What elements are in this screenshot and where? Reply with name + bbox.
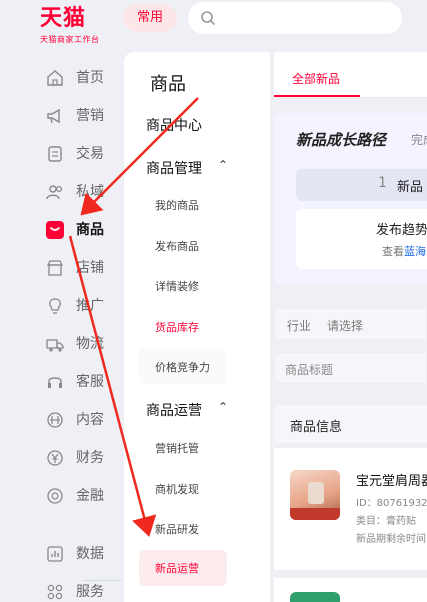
- product-image-can: [308, 482, 324, 504]
- nav-label: 营销: [76, 108, 104, 124]
- nav-item-financing[interactable]: 金融: [0, 478, 122, 514]
- order-icon: [48, 146, 62, 162]
- search-input[interactable]: [188, 2, 402, 34]
- filter-label: 行业: [287, 319, 312, 333]
- product-name[interactable]: 宝元堂肩周器: [356, 470, 427, 489]
- blue-ocean-link[interactable]: 蓝海: [404, 245, 426, 258]
- nav-item-store[interactable]: 店铺: [0, 250, 122, 286]
- grid-icon: [47, 584, 63, 600]
- nav-item-customer-service[interactable]: 客服: [0, 364, 122, 400]
- submenu-item-new-product-ops-label: 新品运营: [155, 562, 199, 575]
- tab-bar: 全部新品: [274, 52, 427, 98]
- nav-item-content[interactable]: 内容: [0, 402, 122, 438]
- truck-icon: [46, 339, 64, 352]
- submenu-item-inventory[interactable]: 货品库存: [155, 319, 199, 335]
- submenu-item-my-products[interactable]: 我的商品: [155, 197, 199, 213]
- nav-label: 店铺: [76, 260, 104, 276]
- nav-label: 物流: [76, 336, 104, 352]
- logo-text: 天猫: [40, 6, 87, 31]
- product-submenu: 商品 商品中心 商品管理 ⌃ 我的商品 发布商品 详情装修 货品库存 价格竞争力…: [124, 52, 270, 602]
- nav-item-data[interactable]: 数据: [0, 536, 122, 572]
- nav-item-product[interactable]: 商品: [0, 212, 122, 248]
- yuan-icon: [47, 450, 63, 466]
- submenu-item-new-product-rd[interactable]: 新品研发: [155, 521, 199, 537]
- growth-title: 新品成长路径: [296, 131, 387, 149]
- nav-label: 推广: [76, 298, 104, 314]
- submenu-item-detail-decor[interactable]: 详情装修: [155, 278, 199, 294]
- submenu-group-manage[interactable]: 商品管理 ⌃: [146, 158, 246, 178]
- group-label: 商品管理: [146, 161, 202, 177]
- table-header: 商品信息: [274, 405, 427, 443]
- trend-card: 发布趋势 查看蓝海: [296, 209, 427, 269]
- submenu-item-marketing-hosting[interactable]: 营销托管: [155, 440, 199, 456]
- step-label: 新品: [397, 180, 424, 195]
- logo-subtitle: 天猫商家工作台: [40, 35, 100, 44]
- product-remaining-time: 新品期剩余时间: [356, 534, 426, 545]
- table-row[interactable]: [274, 578, 427, 602]
- industry-select[interactable]: 请选择: [327, 317, 363, 334]
- nav-label: 金融: [76, 488, 104, 504]
- submenu-item-price-competitiveness[interactable]: 价格竞争力: [155, 359, 210, 375]
- trend-subtext: 查看蓝海: [382, 243, 426, 259]
- table-row[interactable]: 宝元堂肩周器 ID：807619327 类目：膏药贴 新品期剩余时间: [274, 448, 427, 570]
- frequent-button[interactable]: 常用: [123, 4, 177, 32]
- product-thumbnail[interactable]: [290, 592, 340, 602]
- nav-label: 商品: [76, 222, 104, 238]
- nav-label: 客服: [76, 374, 104, 390]
- tab-active-indicator: [274, 95, 360, 97]
- submenu-item-publish[interactable]: 发布商品: [155, 238, 199, 254]
- main-nav-rail: 首页 营销 交易 私域 商品 店铺 推广 物流 客服 内容 财务 金融 数据 服…: [0, 56, 122, 602]
- product-bag-icon: [46, 221, 64, 239]
- submenu-center[interactable]: 商品中心: [146, 115, 202, 135]
- nav-item-marketing[interactable]: 营销: [0, 98, 122, 134]
- trend-sub-prefix: 查看: [382, 245, 404, 258]
- nav-label: 内容: [76, 412, 104, 428]
- nav-label: 数据: [76, 546, 104, 562]
- nav-item-home[interactable]: 首页: [0, 60, 122, 96]
- tab-all-new-products[interactable]: 全部新品: [292, 70, 340, 87]
- search-icon: [201, 11, 215, 25]
- growth-more-text: 完成: [411, 133, 427, 147]
- megaphone-icon: [47, 108, 60, 124]
- submenu-title: 商品: [150, 74, 186, 95]
- headset-icon: [48, 377, 62, 388]
- nav-item-private-domain[interactable]: 私域: [0, 174, 122, 210]
- nav-label: 私域: [76, 184, 104, 200]
- growth-step[interactable]: 1 新品: [296, 169, 427, 201]
- nav-item-trade[interactable]: 交易: [0, 136, 122, 172]
- nav-label: 财务: [76, 450, 104, 466]
- title-placeholder: 商品标题: [285, 363, 334, 377]
- nav-label: 首页: [76, 70, 104, 86]
- lightbulb-icon: [49, 298, 61, 314]
- nav-item-logistics[interactable]: 物流: [0, 326, 122, 362]
- submenu-group-ops[interactable]: 商品运营 ⌃: [146, 400, 246, 420]
- nav-item-promotion[interactable]: 推广: [0, 288, 122, 324]
- finance-icon: [47, 488, 63, 504]
- product-title-input[interactable]: 商品标题: [274, 352, 427, 384]
- step-number: 1: [378, 175, 387, 191]
- nav-label: 交易: [76, 146, 104, 162]
- store-icon: [46, 260, 64, 276]
- nav-label: 服务: [76, 584, 104, 600]
- top-bar: 天猫 天猫商家工作台 常用: [0, 0, 427, 52]
- product-thumbnail[interactable]: [290, 470, 340, 520]
- trend-title: 发布趋势: [376, 223, 427, 238]
- product-id: ID：807619327: [356, 498, 427, 509]
- nav-item-finance[interactable]: 财务: [0, 440, 122, 476]
- home-icon: [47, 70, 63, 86]
- chevron-up-icon: ⌃: [218, 158, 229, 172]
- chart-icon: [47, 546, 63, 562]
- submenu-item-opportunity[interactable]: 商机发现: [155, 481, 199, 497]
- chevron-up-icon: ⌃: [218, 400, 229, 414]
- filter-industry[interactable]: 行业 请选择: [274, 308, 427, 340]
- users-icon: [46, 185, 63, 200]
- product-category: 类目：膏药贴: [356, 516, 416, 527]
- content-icon: [47, 412, 63, 428]
- growth-path-card: 新品成长路径 完成 1 新品 发布趋势 查看蓝海: [274, 113, 427, 285]
- group-label: 商品运营: [146, 403, 202, 419]
- product-image-band: [290, 508, 340, 520]
- nav-item-service[interactable]: 服务: [0, 574, 122, 602]
- column-product-info: 商品信息: [290, 420, 343, 435]
- tmall-logo[interactable]: 天猫 天猫商家工作台: [40, 6, 100, 45]
